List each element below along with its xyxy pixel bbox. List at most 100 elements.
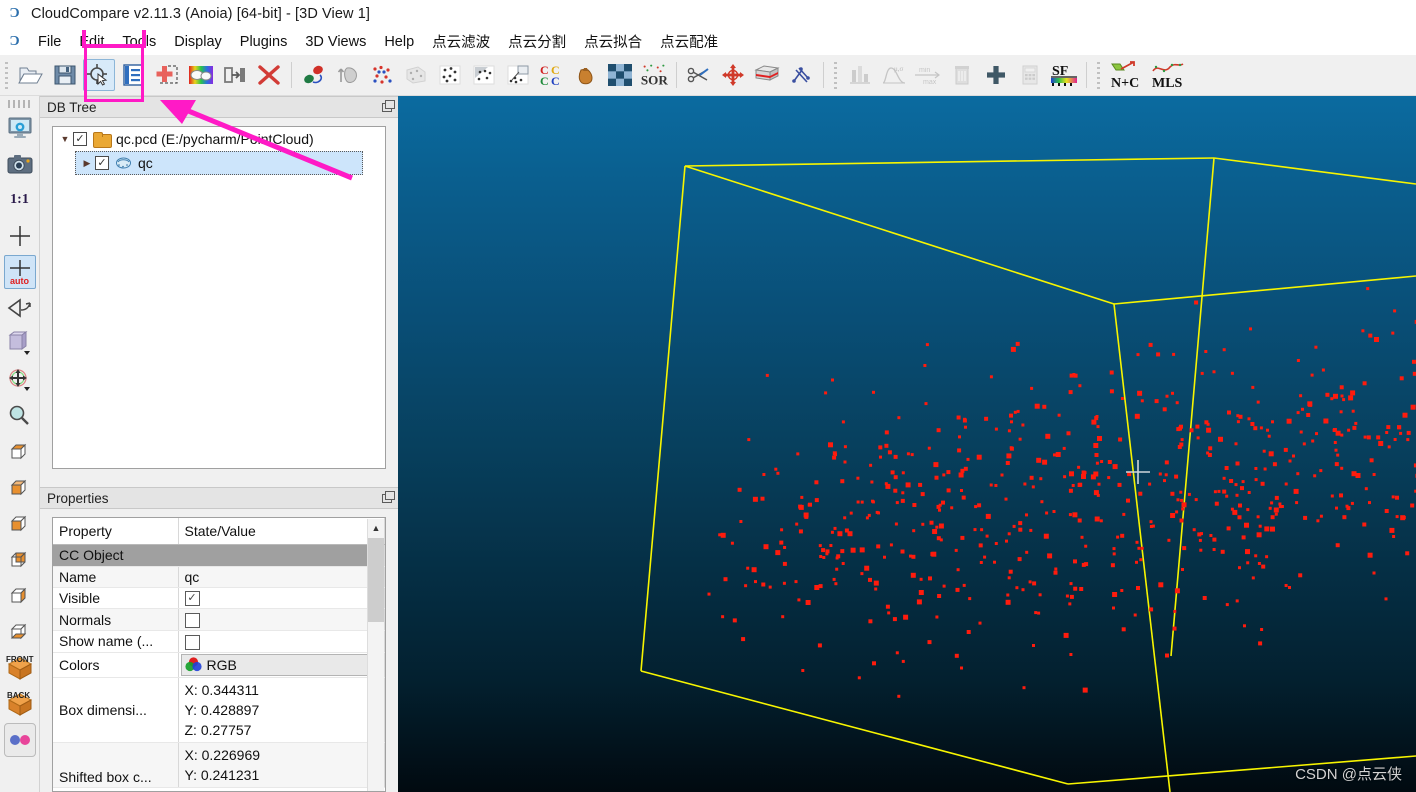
menu-tools[interactable]: Tools xyxy=(113,32,165,52)
menu-plugins[interactable]: Plugins xyxy=(231,32,297,52)
toolbar-grip-3[interactable] xyxy=(1095,60,1104,90)
db-tree-item-qc[interactable]: ▶ ✓ qc xyxy=(75,151,363,175)
menu-point-cloud-segmentation[interactable]: 点云分割 xyxy=(499,29,575,54)
menu-display[interactable]: Display xyxy=(165,32,231,52)
open-file-icon[interactable] xyxy=(15,59,47,91)
delete-icon[interactable] xyxy=(253,59,285,91)
cloud-cloud-dist-icon[interactable]: C C C C xyxy=(536,59,568,91)
auto-pivot-icon[interactable]: auto xyxy=(3,255,36,289)
zoom-icon[interactable] xyxy=(4,399,36,433)
calculator-icon[interactable] xyxy=(1014,59,1046,91)
properties-section-row: CC Object xyxy=(53,544,385,567)
registration-icon[interactable] xyxy=(298,59,330,91)
menu-point-cloud-registration[interactable]: 点云配准 xyxy=(651,29,727,54)
zoom-one-to-one-icon[interactable]: 1:1 xyxy=(4,183,36,217)
view-right-icon[interactable] xyxy=(4,615,36,649)
toggle-db-tree-icon[interactable] xyxy=(117,59,149,91)
box-dim-y: Y: 0.428897 xyxy=(184,701,260,718)
view-front-icon[interactable] xyxy=(4,507,36,541)
menu-help[interactable]: Help xyxy=(375,32,423,52)
scissors-icon[interactable] xyxy=(683,59,715,91)
subsample-icon[interactable] xyxy=(434,59,466,91)
svg-text:min: min xyxy=(919,67,930,74)
visible-checkbox[interactable]: ✓ xyxy=(184,591,200,607)
view-top-icon[interactable] xyxy=(4,435,36,469)
menu-edit[interactable]: Edit xyxy=(70,32,113,52)
plus-icon[interactable] xyxy=(980,59,1012,91)
properties-float-icon[interactable] xyxy=(379,491,395,505)
svg-text:auto: auto xyxy=(10,276,30,286)
min-max-icon[interactable]: min max xyxy=(912,59,944,91)
property-value-colors[interactable]: RGB ▾ xyxy=(178,652,385,678)
trash-icon[interactable] xyxy=(946,59,978,91)
property-value-normals[interactable] xyxy=(178,608,385,632)
colors-icon[interactable] xyxy=(185,59,217,91)
sand-icon[interactable] xyxy=(570,59,602,91)
normals-checkbox[interactable] xyxy=(184,613,200,629)
menu-3d-views[interactable]: 3D Views xyxy=(296,32,375,52)
toolbar-grip-2[interactable] xyxy=(832,60,841,90)
point-picking-icon[interactable] xyxy=(83,59,115,91)
view-iso1-icon[interactable]: FRONT xyxy=(4,651,36,685)
checker-icon[interactable] xyxy=(604,59,636,91)
scalar-field-icon[interactable] xyxy=(366,59,398,91)
db-tree-float-icon[interactable] xyxy=(379,100,395,114)
view-bottom-icon[interactable] xyxy=(4,471,36,505)
table-row: Name qc xyxy=(53,566,385,588)
add-point-icon[interactable] xyxy=(151,59,183,91)
db-tree-list[interactable]: ▼ ✓ qc.pcd (E:/pycharm/PointCloud) ▶ ✓ q… xyxy=(52,126,386,469)
default-view-icon[interactable] xyxy=(4,327,36,361)
save-file-icon[interactable] xyxy=(49,59,81,91)
box-dim-z: Z: 0.27757 xyxy=(184,721,252,738)
histogram-icon[interactable] xyxy=(844,59,876,91)
view-back-icon[interactable] xyxy=(4,543,36,577)
label-icon[interactable] xyxy=(502,59,534,91)
gaussian-icon[interactable]: μ,σ xyxy=(878,59,910,91)
expand-triangle-down-icon[interactable]: ▼ xyxy=(57,134,73,144)
apply-transform-icon[interactable] xyxy=(219,59,251,91)
mesh-icon[interactable] xyxy=(400,59,432,91)
db-tree-checkbox-qc-pcd[interactable]: ✓ xyxy=(73,132,87,146)
menu-point-cloud-filter[interactable]: 点云滤波 xyxy=(423,29,499,54)
cross-section-icon[interactable] xyxy=(751,59,783,91)
svg-text:C: C xyxy=(551,74,560,87)
sor-filter-icon[interactable]: SOR xyxy=(638,59,670,91)
set-pivot-icon[interactable] xyxy=(4,219,36,253)
property-value-name[interactable]: qc xyxy=(178,566,385,588)
segment-icon[interactable] xyxy=(468,59,500,91)
properties-scrollbar[interactable]: ▲ xyxy=(367,519,384,791)
sf-gradient-icon[interactable]: SF xyxy=(1048,59,1080,91)
menu-file[interactable]: File xyxy=(29,32,70,52)
property-value-visible[interactable]: ✓ xyxy=(178,587,385,610)
left-toolbar-grip[interactable] xyxy=(7,100,32,108)
db-tree-item-label: qc xyxy=(138,155,153,171)
property-value-show-name[interactable] xyxy=(178,630,385,653)
view-left-icon[interactable] xyxy=(4,579,36,613)
sparse-icon[interactable] xyxy=(785,59,817,91)
colors-combobox-value: RGB xyxy=(206,656,237,673)
db-tree-item-qc-pcd[interactable]: ▼ ✓ qc.pcd (E:/pycharm/PointCloud) xyxy=(53,127,385,151)
expand-triangle-right-icon[interactable]: ▶ xyxy=(79,158,95,169)
colors-combobox[interactable]: RGB ▾ xyxy=(180,653,382,676)
mls-icon[interactable]: MLS xyxy=(1149,59,1189,91)
translate-rotate-icon[interactable] xyxy=(717,59,749,91)
view-iso2-icon[interactable]: BACK xyxy=(4,687,36,721)
properties-section-label: CC Object xyxy=(53,544,385,567)
normals-plus-curvature-icon[interactable]: N+C xyxy=(1107,59,1147,91)
properties-table-container[interactable]: Property State/Value CC Object Name qc V… xyxy=(52,517,386,792)
toolbar-grip[interactable] xyxy=(3,60,12,90)
move-icon[interactable] xyxy=(4,363,36,397)
scroll-up-arrow-icon[interactable]: ▲ xyxy=(368,519,384,536)
db-tree-checkbox-qc[interactable]: ✓ xyxy=(95,156,109,170)
menu-point-cloud-fitting[interactable]: 点云拟合 xyxy=(575,29,651,54)
show-name-checkbox[interactable] xyxy=(184,634,200,650)
svg-text:BACK: BACK xyxy=(7,691,30,700)
stereo-icon[interactable] xyxy=(3,723,36,757)
camera-snapshot-icon[interactable] xyxy=(4,147,36,181)
display-settings-icon[interactable] xyxy=(4,111,36,145)
3d-viewport[interactable]: CSDN @点云侠 xyxy=(398,96,1416,792)
toggle-view-icon[interactable] xyxy=(4,291,36,325)
property-value-shifted-box-center: X: 0.226969 Y: 0.241231 xyxy=(178,742,385,788)
normals-icon[interactable] xyxy=(332,59,364,91)
scrollbar-thumb[interactable] xyxy=(368,538,384,622)
